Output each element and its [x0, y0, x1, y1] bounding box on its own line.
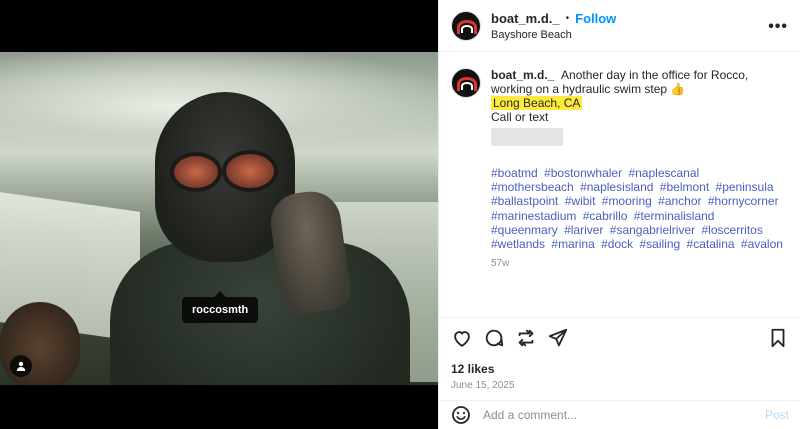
diver-body — [110, 242, 410, 385]
post-media[interactable]: roccosmth — [0, 0, 438, 429]
hashtag-link[interactable]: #queenmary — [491, 223, 558, 237]
hashtag-link[interactable]: #ballastpoint — [491, 194, 558, 208]
more-options-icon[interactable]: ••• — [768, 18, 788, 36]
hashtag-link[interactable]: #terminalisland — [634, 209, 715, 223]
hashtag-link[interactable]: #mothersbeach — [491, 180, 574, 194]
call-text: Call or text — [491, 110, 549, 124]
username-link[interactable]: boat_m.d._ — [491, 11, 560, 26]
caption-time: 57w — [491, 258, 510, 270]
heart-icon[interactable] — [451, 327, 473, 349]
caption-username[interactable]: boat_m.d._ — [491, 68, 554, 82]
user-tag-icon[interactable] — [10, 355, 32, 377]
post-modal: roccosmth boat_m.d._ • Follow Bayshore B… — [0, 0, 800, 429]
hashtag-link[interactable]: #peninsula — [716, 180, 774, 194]
logo-wave-inner — [461, 24, 473, 33]
photo-diver — [110, 92, 410, 385]
caption-avatar[interactable] — [451, 68, 481, 98]
post-photo[interactable] — [0, 52, 438, 385]
hashtag-link[interactable]: #naplesisland — [580, 180, 653, 194]
hashtag-link[interactable]: #wetlands — [491, 237, 545, 251]
diver-mask-left — [170, 152, 222, 192]
hashtag-link[interactable]: #lariver — [564, 223, 603, 237]
hashtag-link[interactable]: #anchor — [658, 194, 701, 208]
hashtag-link[interactable]: #marina — [551, 237, 594, 251]
post-date: June 15, 2025 — [451, 380, 515, 391]
separator-dot: • — [565, 12, 570, 24]
hashtag-link[interactable]: #naplescanal — [628, 166, 699, 180]
follow-button[interactable]: Follow — [575, 11, 616, 26]
diver-mask-right — [222, 150, 278, 192]
logo-wave-inner — [461, 82, 473, 90]
hashtag-link[interactable]: #marinestadium — [491, 209, 576, 223]
hashtag-link[interactable]: #wibit — [565, 194, 596, 208]
hashtag-link[interactable]: #boatmd — [491, 166, 538, 180]
hashtag-link[interactable]: #catalina — [687, 237, 735, 251]
caption: boat_m.d._ Another day in the office for… — [439, 52, 800, 271]
caption-body: boat_m.d._ Another day in the office for… — [491, 68, 788, 271]
action-bar — [439, 318, 800, 358]
location-link[interactable]: Bayshore Beach — [491, 29, 616, 41]
header-text: boat_m.d._ • Follow Bayshore Beach — [491, 11, 616, 41]
hashtag-link[interactable]: #loscerritos — [702, 223, 763, 237]
hashtag-link[interactable]: #bostonwhaler — [544, 166, 622, 180]
hashtag-link[interactable]: #sangabrielriver — [610, 223, 695, 237]
post-comment-button[interactable]: Post — [765, 408, 789, 422]
repost-icon[interactable] — [515, 327, 537, 349]
user-tag-label[interactable]: roccosmth — [182, 291, 259, 323]
post-header: boat_m.d._ • Follow Bayshore Beach ••• — [439, 0, 800, 52]
likes-count[interactable]: 12 likes — [439, 358, 800, 376]
hashtag-link[interactable]: #hornycorner — [708, 194, 779, 208]
comment-input[interactable]: Add a comment... — [483, 408, 765, 422]
comment-icon[interactable] — [483, 327, 505, 349]
highlighted-location: Long Beach, CA — [491, 96, 583, 110]
hashtag-list: #boatmd #bostonwhaler #naplescanal #moth… — [491, 166, 788, 251]
hashtag-link[interactable]: #mooring — [602, 194, 652, 208]
action-section: 12 likes June 15, 2025 — [439, 317, 800, 391]
hashtag-link[interactable]: #sailing — [639, 237, 680, 251]
hashtag-link[interactable]: #belmont — [660, 180, 709, 194]
hashtag-link[interactable]: #dock — [601, 237, 633, 251]
hashtag-link[interactable]: #cabrillo — [583, 209, 628, 223]
share-icon[interactable] — [547, 327, 569, 349]
avatar[interactable] — [451, 10, 481, 41]
hashtag-link[interactable]: #avalon — [741, 237, 783, 251]
bookmark-icon[interactable] — [767, 327, 789, 349]
emoji-icon[interactable] — [451, 405, 471, 425]
comment-composer: Add a comment... Post — [439, 400, 800, 429]
post-details-panel: boat_m.d._ • Follow Bayshore Beach ••• b… — [438, 0, 800, 429]
redacted-phone — [491, 128, 563, 146]
